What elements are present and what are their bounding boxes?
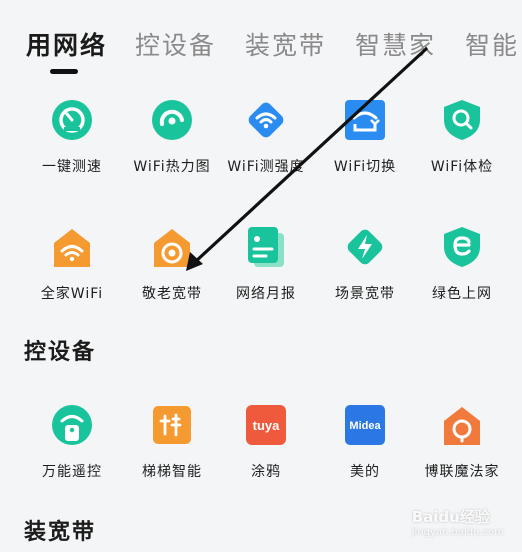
green-internet-item[interactable]: 绿色上网 [410,225,514,303]
category-tabs: 用网络 控设备 装宽带 智慧家 智能 [0,0,522,80]
home-wifi-item[interactable]: 全家WiFi [20,225,124,303]
wifi-checkup-item[interactable]: WiFi体检 [410,98,514,176]
wifi-strength-item[interactable]: WiFi测强度 [214,98,318,176]
wifi-heatmap-icon [152,100,192,140]
active-tab-indicator [50,69,78,74]
midea-logo-text: Midea [349,420,381,432]
wifi-heatmap-label: WiFi热力图 [133,159,211,175]
wifi-checkup-icon [444,100,480,140]
midea-item[interactable]: Midea 美的 [313,403,417,481]
broadlink-label: 博联魔法家 [424,464,500,480]
green-internet-icon [444,227,480,267]
broadlink-item[interactable]: 博联魔法家 [410,403,514,481]
elderly-broadband-icon [154,229,190,267]
scene-broadband-icon [347,229,383,265]
wifi-strength-icon [248,102,284,138]
home-wifi-icon [54,229,90,267]
wifi-switch-icon [345,100,385,140]
midea-icon: Midea [345,405,385,445]
tab-smart-home[interactable]: 智慧家 [355,26,436,62]
watermark-sub: jingyan.baidu.com [411,527,504,538]
monthly-report-label: 网络月报 [236,286,296,302]
tuya-logo-text: tuya [253,418,281,433]
wifi-switch-item[interactable]: WiFi切换 [313,98,417,176]
elderly-broadband-label: 敬老宽带 [142,286,202,302]
universal-remote-label: 万能遥控 [42,464,102,480]
titi-smart-label: 梯梯智能 [142,464,202,480]
speed-test-label: 一键测速 [42,159,102,175]
scene-broadband-label: 场景宽带 [335,286,395,302]
wifi-checkup-label: WiFi体检 [430,159,494,175]
tab-devices[interactable]: 控设备 [135,26,216,62]
green-internet-label: 绿色上网 [432,286,492,302]
wifi-heatmap-item[interactable]: WiFi热力图 [120,98,224,176]
titi-smart-icon [153,406,191,444]
monthly-report-item[interactable]: 网络月报 [214,225,318,303]
broadlink-icon [444,407,480,445]
watermark-text: Baidu经验 [411,508,490,526]
midea-label: 美的 [350,464,380,480]
devices-section-title: 控设备 [24,339,97,365]
speedometer-icon [52,100,92,140]
monthly-report-icon [248,227,284,267]
tuya-label: 涂鸦 [251,464,281,480]
wifi-switch-label: WiFi切换 [333,159,397,175]
wifi-strength-label: WiFi测强度 [227,159,305,175]
speed-test-item[interactable]: 一键测速 [20,98,124,176]
watermark: Baidu经验 jingyan.baidu.com [412,506,504,538]
tab-broadband[interactable]: 装宽带 [245,26,326,62]
universal-remote-item[interactable]: 万能遥控 [20,403,124,481]
remote-control-icon [52,405,92,445]
tuya-item[interactable]: tuya 涂鸦 [214,403,318,481]
scene-broadband-item[interactable]: 场景宽带 [313,225,417,303]
broadband-section-title: 装宽带 [24,519,97,545]
titi-smart-item[interactable]: 梯梯智能 [120,403,224,481]
tab-network[interactable]: 用网络 [26,26,107,62]
tuya-icon: tuya [246,405,286,445]
home-wifi-label: 全家WiFi [40,286,104,302]
elderly-broadband-item[interactable]: 敬老宽带 [120,225,224,303]
tab-smart[interactable]: 智能 [465,26,519,62]
